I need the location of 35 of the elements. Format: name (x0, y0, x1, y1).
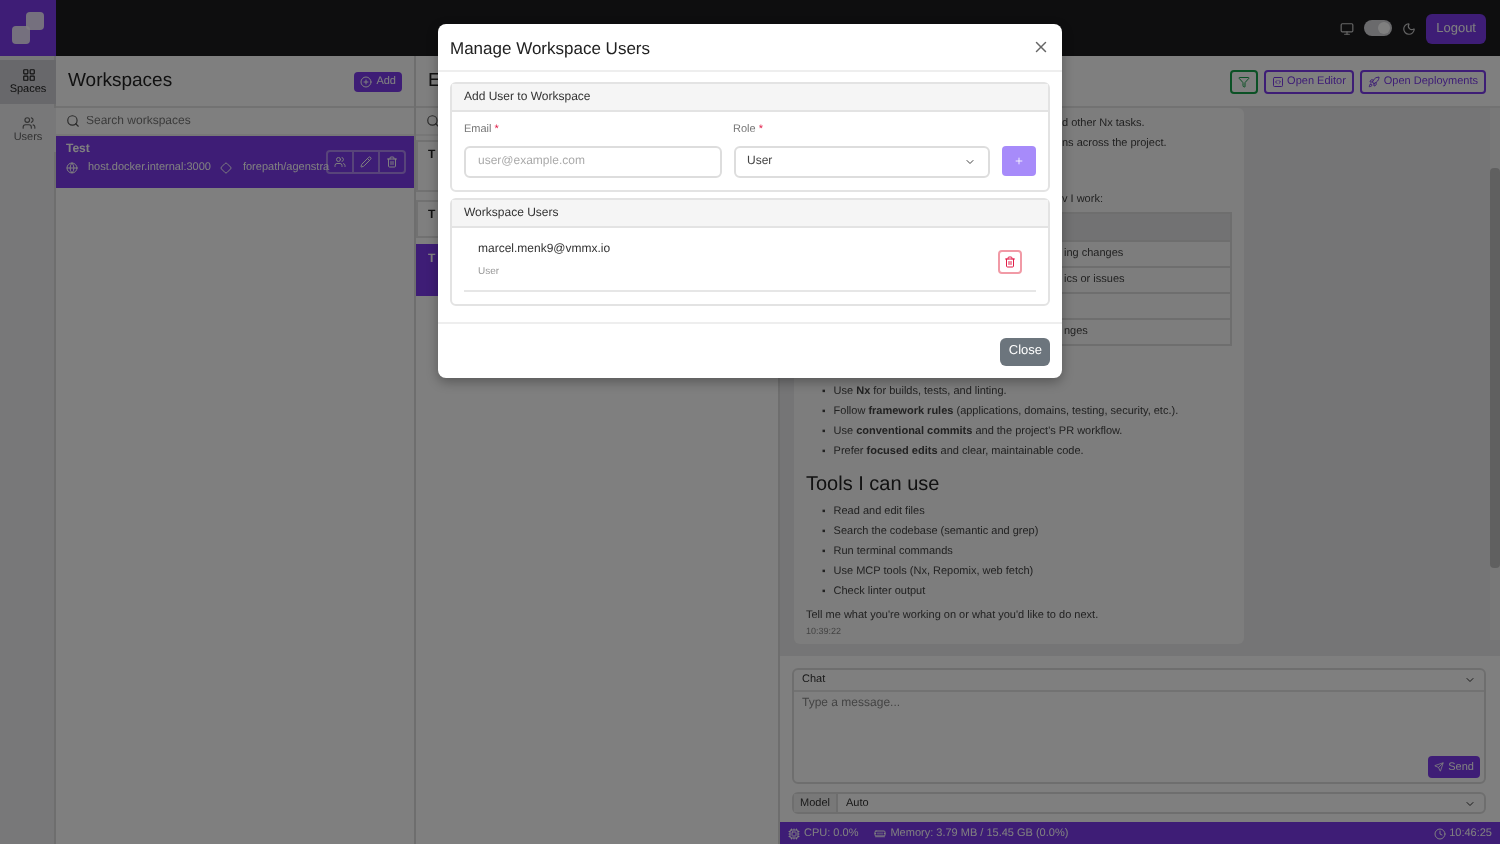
users-icon (334, 156, 346, 168)
plus-circle-icon (360, 75, 373, 87)
pencil-icon (360, 156, 372, 168)
clock-icon (1433, 827, 1446, 839)
moon-icon (1402, 21, 1417, 35)
message-heading: Tools I can use (806, 474, 942, 496)
globe-icon (66, 162, 78, 174)
rocket-icon (1367, 75, 1380, 87)
cpu-icon (788, 827, 800, 839)
filter-icon (1237, 75, 1250, 87)
code-icon (1271, 75, 1284, 87)
close-icon (1032, 38, 1050, 56)
trash-icon (1004, 255, 1016, 267)
theme-toggle[interactable] (1364, 20, 1393, 36)
search-icon (66, 114, 80, 128)
users-icon (21, 116, 35, 130)
diamond-icon (220, 162, 233, 174)
close-button[interactable] (1032, 38, 1050, 56)
monitor-icon[interactable] (1340, 21, 1355, 35)
search-icon (426, 114, 440, 128)
send-icon (1434, 762, 1445, 772)
app-logo (0, 0, 56, 56)
remove-user-button[interactable] (998, 249, 1022, 273)
edit-button[interactable] (354, 152, 380, 172)
users-button[interactable] (328, 152, 354, 172)
memory-icon (874, 827, 887, 839)
trash-icon (386, 156, 398, 168)
filter-button[interactable] (1229, 69, 1258, 93)
panel-title: Workspaces (68, 70, 173, 92)
chevron-down-icon (964, 156, 976, 168)
grid-icon (21, 68, 35, 82)
chevron-down-icon (1464, 674, 1476, 686)
plus-icon (1014, 154, 1024, 168)
modal-title: Manage Workspace Users (450, 37, 650, 57)
chevron-down-icon (1464, 797, 1476, 809)
